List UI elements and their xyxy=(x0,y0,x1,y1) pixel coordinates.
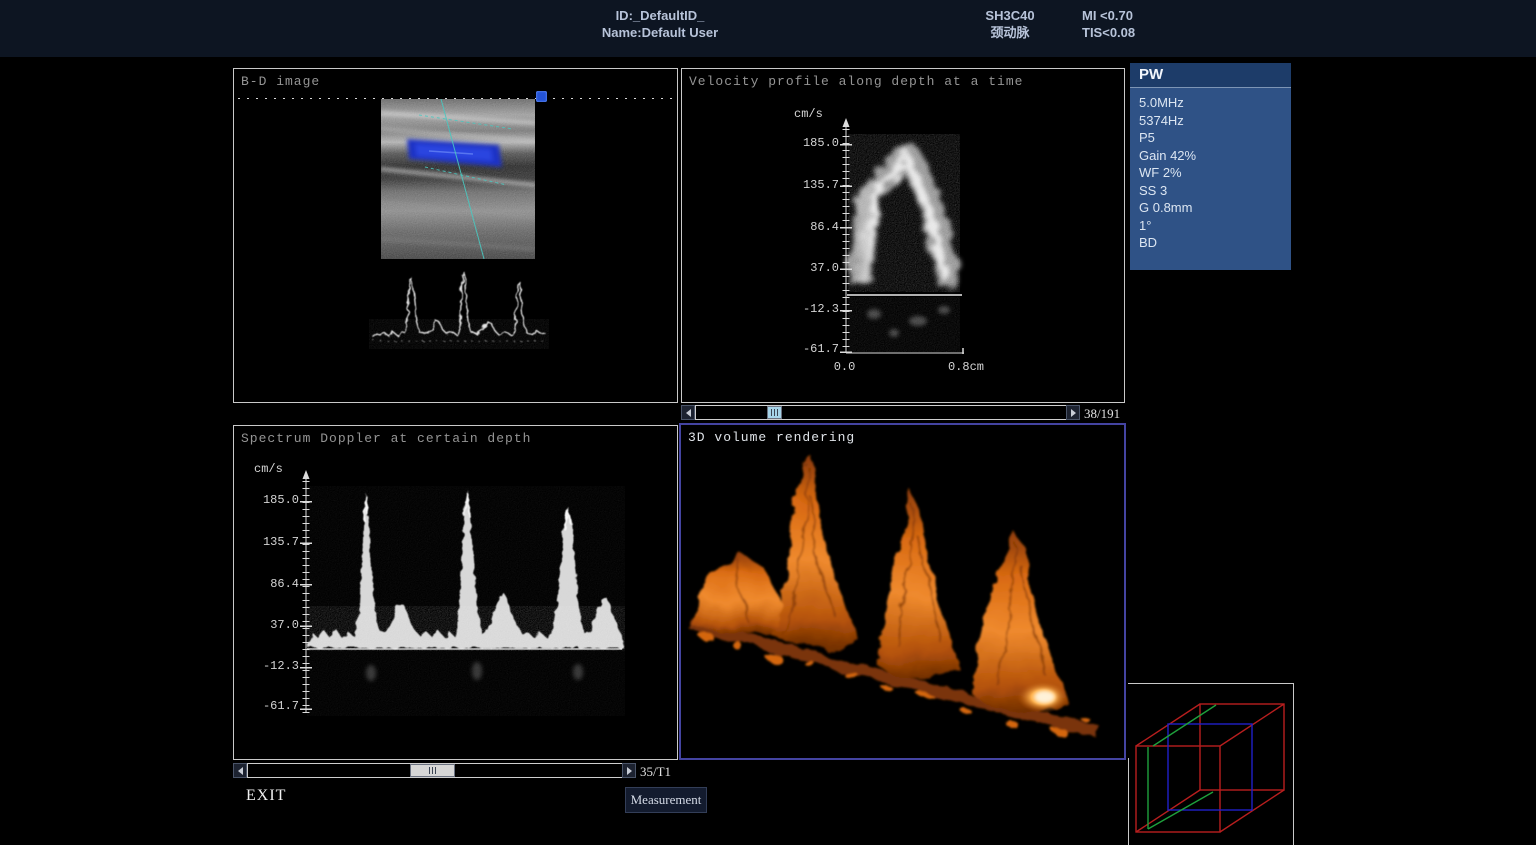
grip-icon xyxy=(774,409,775,416)
patient-info: ID:_DefaultID_ Name:Default User xyxy=(555,7,765,41)
focus-marker-icon[interactable] xyxy=(536,91,547,102)
ultrasound-screen: ID:_DefaultID_ Name:Default User SH3C40 … xyxy=(0,0,1536,845)
time-scroll-track[interactable] xyxy=(247,763,623,778)
velocity-profile-plot xyxy=(682,69,1124,400)
pw-param-power: P5 xyxy=(1139,129,1291,147)
frame-scroll-left-button[interactable] xyxy=(681,405,695,420)
bd-panel-title: B-D image xyxy=(241,74,320,89)
pw-mode-title: PW xyxy=(1130,63,1291,88)
volume-rendering-image xyxy=(681,425,1124,758)
grip-icon xyxy=(435,767,436,774)
acoustic-indices: MI <0.70 TIS<0.08 xyxy=(1082,7,1172,41)
grip-icon xyxy=(432,767,433,774)
tis-value: TIS<0.08 xyxy=(1082,24,1172,41)
volume-rendering-panel[interactable]: 3D volume rendering xyxy=(679,423,1126,760)
probe-model: SH3C40 xyxy=(955,7,1065,24)
time-counter: 35/T1 xyxy=(640,764,671,780)
pw-param-wall-filter: WF 2% xyxy=(1139,164,1291,182)
pw-param-gain: Gain 42% xyxy=(1139,147,1291,165)
cube-widget-left-border xyxy=(1128,758,1129,845)
frame-scroll-track[interactable] xyxy=(695,405,1067,420)
grip-icon xyxy=(429,767,430,774)
frame-counter: 38/191 xyxy=(1084,406,1120,422)
arrow-left-icon xyxy=(686,409,691,417)
arrow-left-icon xyxy=(238,767,243,775)
orientation-cube xyxy=(1128,684,1294,845)
time-scrollbar: 35/T1 xyxy=(233,762,678,780)
pw-parameter-list: 5.0MHz 5374Hz P5 Gain 42% WF 2% SS 3 G 0… xyxy=(1130,88,1291,252)
pw-param-gate: G 0.8mm xyxy=(1139,199,1291,217)
bd-image-panel: B-D image xyxy=(233,68,678,403)
exam-preset: 颈动脉 xyxy=(955,24,1065,41)
pw-param-bd: BD xyxy=(1139,234,1291,252)
grip-icon xyxy=(777,409,778,416)
frame-scroll-right-button[interactable] xyxy=(1066,405,1080,420)
measurement-button[interactable]: Measurement xyxy=(625,787,707,813)
pw-parameter-panel: PW 5.0MHz 5374Hz P5 Gain 42% WF 2% SS 3 … xyxy=(1130,63,1291,270)
arrow-right-icon xyxy=(627,767,632,775)
orientation-cube-widget[interactable] xyxy=(1128,683,1294,845)
spectrum-doppler-panel: Spectrum Doppler at certain depth cm/s 1… xyxy=(233,425,678,760)
time-scroll-thumb[interactable] xyxy=(410,764,455,777)
patient-id: ID:_DefaultID_ xyxy=(555,7,765,24)
time-scroll-left-button[interactable] xyxy=(233,763,247,778)
frame-scrollbar: 38/191 xyxy=(681,404,1125,422)
pw-param-prf: 5374Hz xyxy=(1139,112,1291,130)
probe-info: SH3C40 颈动脉 xyxy=(955,7,1065,41)
pw-param-ss: SS 3 xyxy=(1139,182,1291,200)
mi-value: MI <0.70 xyxy=(1082,7,1172,24)
pw-param-frequency: 5.0MHz xyxy=(1139,94,1291,112)
bd-mini-spectral-trace xyxy=(369,259,549,359)
arrow-right-icon xyxy=(1071,409,1076,417)
spectrum-doppler-plot xyxy=(234,426,677,757)
patient-name: Name:Default User xyxy=(555,24,765,41)
grip-icon xyxy=(771,409,772,416)
time-scroll-right-button[interactable] xyxy=(622,763,636,778)
frame-scroll-thumb[interactable] xyxy=(767,406,782,419)
pw-param-angle: 1° xyxy=(1139,217,1291,235)
exit-button[interactable]: EXIT xyxy=(246,787,286,805)
header-bar: ID:_DefaultID_ Name:Default User SH3C40 … xyxy=(0,0,1536,57)
bd-ultrasound-image[interactable] xyxy=(381,99,535,259)
velocity-profile-panel: Velocity profile along depth at a time c… xyxy=(681,68,1125,403)
